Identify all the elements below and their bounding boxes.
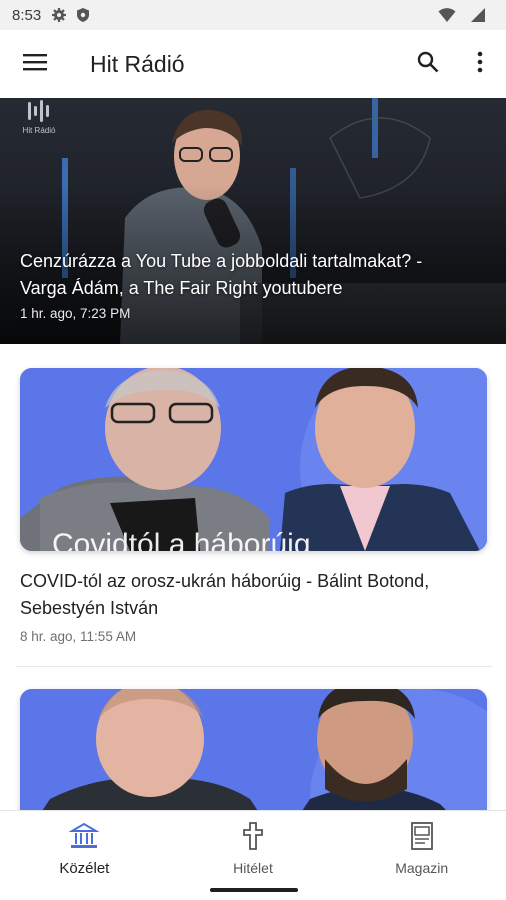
article-image-illustration-2 (20, 689, 487, 814)
bottom-navigation: Közélet Hitélet Magazin (0, 810, 506, 882)
building-icon (68, 821, 101, 856)
article-image[interactable]: Covidtól a háborúig (20, 368, 487, 551)
magazine-icon (407, 821, 437, 856)
hero-timestamp: 1 hr. ago, 7:23 PM (20, 306, 131, 321)
app-title: Hit Rádió (90, 50, 185, 77)
search-button[interactable] (402, 30, 454, 98)
hero-title: Cenzúrázza a You Tube a jobboldali tarta… (20, 251, 423, 298)
signal-icon (470, 7, 486, 23)
article-timestamp: 8 hr. ago, 11:55 AM (20, 629, 137, 644)
menu-icon (23, 52, 47, 77)
status-time: 8:53 (12, 6, 42, 24)
divider (16, 666, 492, 667)
more-options-button[interactable] (454, 30, 506, 98)
gear-icon (51, 7, 67, 23)
home-gesture-bar[interactable] (210, 888, 298, 892)
logo-text: Hit Rádió (23, 126, 56, 135)
more-vert-icon (477, 51, 483, 78)
nav-item-magazin[interactable]: Magazin (337, 811, 506, 882)
app-bar: Hit Rádió (0, 30, 506, 98)
nav-label-hitelet: Hitélet (233, 860, 273, 876)
nav-label-kozelet: Közélet (59, 860, 110, 877)
nav-item-hitelet[interactable]: Hitélet (169, 811, 338, 882)
nav-item-kozelet[interactable]: Közélet (0, 811, 169, 882)
hero-article[interactable]: Hit Rádió Cenzúrázza a You Tube a jobbol… (0, 98, 506, 344)
article-image-illustration (20, 368, 487, 551)
nav-label-magazin: Magazin (395, 860, 449, 876)
article-image-2[interactable] (20, 689, 487, 814)
hit-radio-logo: Hit Rádió (20, 100, 60, 143)
cross-icon (238, 821, 268, 856)
status-bar: 8:53 (0, 0, 506, 30)
menu-button[interactable] (0, 30, 70, 98)
article-image-caption: Covidtól a háborúig (52, 528, 311, 551)
wifi-icon (438, 7, 456, 23)
article-title[interactable]: COVID-tól az orosz-ukrán háborúig - Báli… (20, 568, 490, 622)
search-icon (417, 51, 439, 78)
shield-icon (75, 7, 91, 23)
